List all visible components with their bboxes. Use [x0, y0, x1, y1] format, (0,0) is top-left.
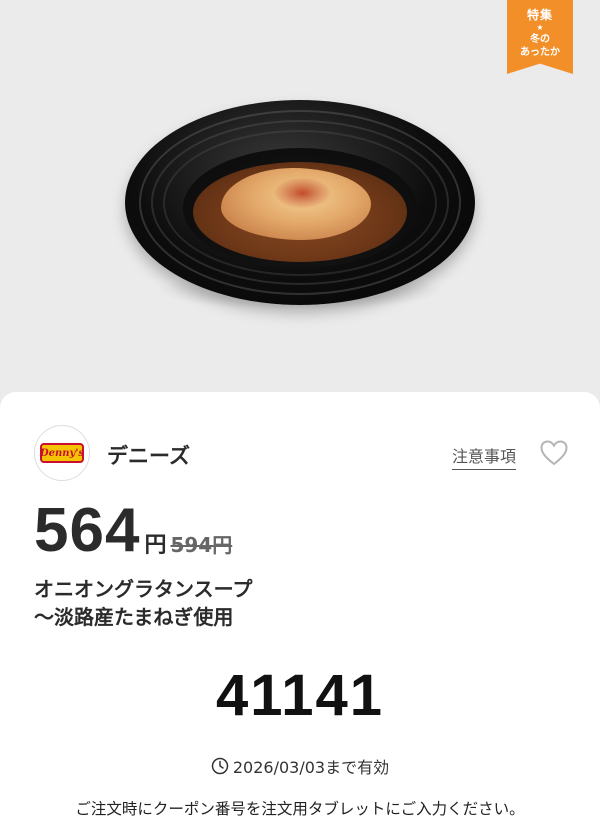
product-image: 特集 ★ 冬の あったか: [0, 0, 600, 400]
price-row: 564 円 594円: [34, 500, 232, 562]
soup-bowl-photo: [125, 80, 475, 330]
currency-label: 円: [144, 533, 167, 558]
brand-name: デニーズ: [107, 444, 190, 468]
special-feature-badge: 特集 ★ 冬の あったか: [507, 0, 573, 74]
product-name-line-1: オニオングラタンスープ: [34, 577, 253, 601]
discount-price: 564: [34, 496, 141, 565]
badge-line-2: あったか: [520, 47, 560, 58]
original-price: 594円: [170, 533, 233, 557]
coupon-card: Denny's デニーズ 注意事項 564 円 594円 オニオングラタンスープ…: [0, 392, 600, 840]
expiry-date: 2026/03/03まで有効: [232, 758, 390, 777]
expiry-row: 2026/03/03まで有効: [0, 754, 600, 778]
product-name-line-2: 〜淡路産たまねぎ使用: [34, 605, 234, 629]
dennys-logo-icon: Denny's: [40, 443, 84, 463]
coupon-code: 41141: [215, 663, 385, 728]
notes-link[interactable]: 注意事項: [452, 443, 517, 470]
brand-logo: Denny's: [34, 425, 90, 481]
product-name: オニオングラタンスープ 〜淡路産たまねぎ使用: [34, 575, 554, 631]
clock-icon: [211, 757, 229, 775]
coupon-instruction: ご注文時にクーポン番号を注文用タブレットにご入力ください。: [75, 800, 525, 818]
badge-line-1: 冬の: [530, 34, 550, 45]
badge-title: 特集: [526, 8, 553, 22]
badge-star-icon: ★: [536, 23, 544, 32]
heart-outline-icon[interactable]: [540, 440, 568, 466]
